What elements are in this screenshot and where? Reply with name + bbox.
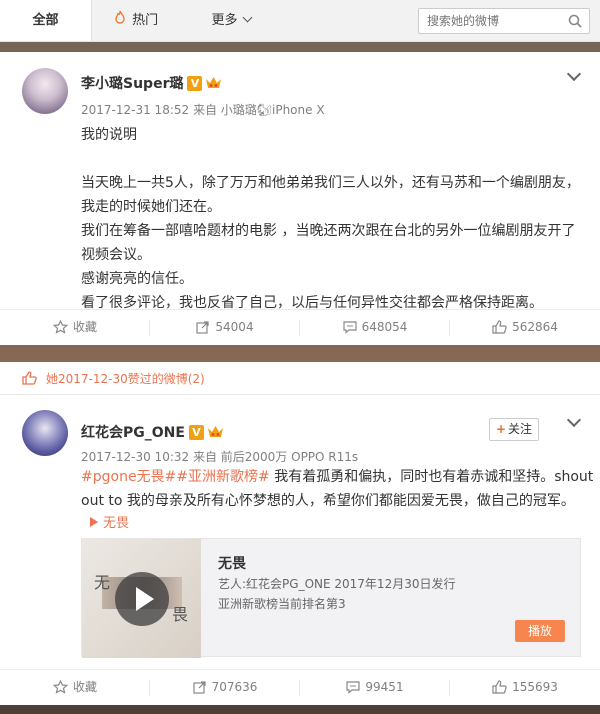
play-icon[interactable] (115, 572, 169, 626)
thumbs-up-icon (492, 680, 507, 694)
avatar[interactable] (22, 410, 68, 456)
weibo-post: 李小璐Super璐 V 2017-12-31 18:52 来自 小璐璐🐿iPhon… (0, 52, 600, 339)
post-text-line: #pgone无畏##亚洲新歌榜# 我有着孤勇和偏执，同时也有着赤诚和坚持。sho… (81, 465, 593, 489)
post-text-line (81, 147, 581, 171)
play-button[interactable]: 播放 (515, 620, 565, 642)
cover-text: 畏 (172, 605, 189, 624)
fire-icon (114, 10, 130, 28)
vip-crown-icon (207, 426, 223, 437)
search-icon[interactable] (568, 14, 582, 28)
like-count: 562864 (512, 320, 558, 334)
comment-icon (342, 321, 357, 334)
music-link-label: 无畏 (103, 516, 130, 531)
like-button[interactable]: 155693 (450, 670, 600, 705)
post-text-line: 我走的时候她们还在。 (81, 199, 221, 215)
author-name[interactable]: 李小璐Super璐 (81, 76, 183, 92)
post-text-content: 我有着孤勇和偏执，同时也有着赤诚和坚持。shout (269, 469, 594, 485)
chevron-down-icon[interactable] (566, 412, 582, 428)
tab-hot-label: 热门 (132, 13, 159, 28)
liked-posts-label[interactable]: 她2017-12-30赞过的微博(2) (46, 370, 205, 387)
search-box (418, 8, 590, 34)
favorite-button[interactable]: 收藏 (0, 670, 150, 705)
avatar[interactable] (22, 68, 68, 114)
star-icon (52, 319, 69, 334)
repost-count: 707636 (211, 680, 258, 694)
star-icon (52, 679, 69, 694)
verified-icon: V (188, 425, 204, 440)
comment-count: 99451 (365, 680, 404, 694)
post-text-line: 我的说明 (81, 127, 137, 143)
weibo-post: 红花会PG_ONE V 2017-12-30 10:32 来自 前后2000万 O… (0, 395, 600, 674)
hashtag-link[interactable]: #pgone无畏##亚洲新歌榜# (81, 469, 270, 485)
post-text-line: 视频会议。 (81, 247, 151, 263)
post-action-bar: 收藏 707636 99451 155693 (0, 669, 600, 705)
chevron-down-icon (242, 12, 252, 23)
favorite-label: 收藏 (72, 320, 97, 334)
repost-count: 54004 (215, 320, 254, 334)
plus-icon: + (495, 422, 507, 436)
thumbs-up-icon (492, 320, 507, 334)
search-input[interactable] (419, 9, 559, 33)
repost-button[interactable]: 54004 (150, 310, 300, 345)
comment-button[interactable]: 99451 (300, 670, 450, 705)
comment-button[interactable]: 648054 (300, 310, 450, 345)
music-card[interactable]: 无 畏 无畏 艺人:红花会PG_ONE 2017年12月30日发行 亚洲新歌榜当… (81, 538, 581, 658)
like-button[interactable]: 562864 (450, 310, 600, 345)
comment-count: 648054 (361, 320, 408, 334)
cover-text: 无 (94, 573, 111, 592)
tab-more[interactable]: 更多 (186, 0, 276, 41)
post-text-line: 我们在筹备一部嘻哈题材的电影 ，当晚还两次跟在台北的另外一位编剧朋友开了 (81, 223, 576, 239)
music-artist-info: 艺人:红花会PG_ONE 2017年12月30日发行 (218, 577, 456, 591)
repost-icon (192, 681, 206, 694)
repost-icon (196, 321, 210, 334)
chevron-down-icon[interactable] (566, 66, 582, 82)
music-rank-info: 亚洲新歌榜当前排名第3 (218, 597, 346, 611)
follow-label: 关注 (508, 422, 533, 436)
music-title[interactable]: 无畏 (218, 553, 246, 573)
album-cover[interactable]: 无 畏 (82, 539, 201, 658)
like-count: 155693 (512, 680, 558, 694)
post-text-line: 当天晚上一共5人，除了万万和他弟弟我们三人以外，还有马苏和一个编剧朋友， (81, 175, 580, 191)
post-action-bar: 收藏 54004 648054 562864 (0, 309, 600, 345)
comment-icon (346, 681, 361, 694)
vip-crown-icon (206, 77, 222, 88)
post-text: #pgone无畏##亚洲新歌榜# 我有着孤勇和偏执，同时也有着赤诚和坚持。sho… (81, 465, 593, 513)
post-text: 我的说明 当天晚上一共5人，除了万万和他弟弟我们三人以外，还有马苏和一个编剧朋友… (81, 123, 581, 315)
post-meta[interactable]: 2017-12-30 10:32 来自 前后2000万 OPPO R11s (81, 448, 358, 465)
music-link[interactable]: 无畏 (90, 512, 129, 531)
play-icon (90, 517, 98, 527)
post-text-line: 感谢亮亮的信任。 (81, 271, 193, 287)
tab-all[interactable]: 全部 (0, 0, 92, 41)
favorite-button[interactable]: 收藏 (0, 310, 150, 345)
liked-posts-header[interactable]: 她2017-12-30赞过的微博(2) (0, 362, 600, 395)
tab-more-label: 更多 (211, 13, 238, 28)
post-author[interactable]: 李小璐Super璐 V (81, 73, 222, 93)
follow-button[interactable]: + 关注 (489, 418, 539, 441)
repost-button[interactable]: 707636 (150, 670, 300, 705)
post-author[interactable]: 红花会PG_ONE V (81, 422, 224, 442)
post-meta[interactable]: 2017-12-31 18:52 来自 小璐璐🐿iPhone X (81, 101, 325, 118)
profile-tab-bar: 全部 热门 更多 (0, 0, 600, 42)
post-text-line: out to 我的母亲及所有心怀梦想的人，希望你们都能因爱无畏，做自己的冠军。 (81, 493, 575, 509)
thumbs-up-icon (22, 371, 37, 385)
favorite-label: 收藏 (72, 680, 97, 694)
author-name[interactable]: 红花会PG_ONE (81, 425, 185, 441)
verified-icon: V (187, 76, 203, 91)
tab-hot[interactable]: 热门 (92, 0, 180, 41)
